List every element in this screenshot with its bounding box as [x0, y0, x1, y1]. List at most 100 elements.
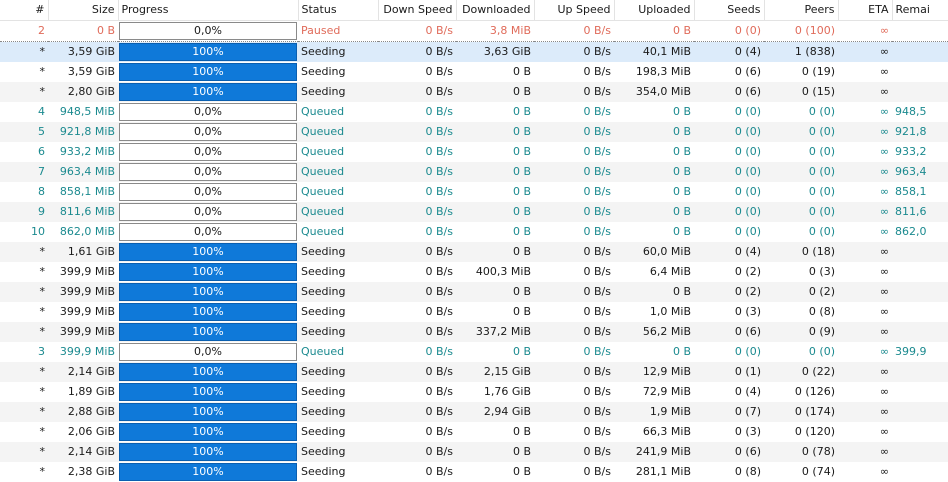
column-header-peers[interactable]: Peers [764, 0, 839, 21]
torrent-row[interactable]: 4 948,5 MiB 0,0% Queued 0 B/s 0 B 0 B/s 0 B 0 (0… [0, 102, 948, 122]
torrent-row[interactable]: * 1,61 GiB 100% Seeding 0 B/s 0 B0 B/s 60,0 Mi… [0, 241, 948, 262]
column-header-uploaded[interactable]: Uploaded [614, 0, 695, 21]
remaining-cell: 963,4 [892, 161, 948, 182]
peers-cell: 0 (3) [808, 265, 835, 278]
progress-cell: 0,0% [118, 161, 298, 182]
remaining-cell: 862,0 [895, 225, 927, 238]
peers-cell: 0 (0) [808, 185, 835, 198]
progress-cell: 100% [118, 361, 298, 382]
up-speed-cell: 0 B/s [534, 41, 614, 62]
peers-cell: 0 (120) [794, 425, 835, 438]
seeds-cell: 0 (6) [734, 65, 761, 78]
seeds-cell: 0 (2) [734, 265, 761, 278]
eta-cell: ∞ [838, 81, 892, 102]
queue-number-cell: * [0, 241, 48, 262]
torrent-row[interactable]: 8 858,1 MiB 0,0% Queued 0 B/s 0 B 0 B/s 0 B 0 (0… [0, 182, 948, 202]
downloaded-cell: 0 B [512, 185, 531, 198]
column-header-size[interactable]: Size [48, 0, 119, 21]
progress-bar: 100% [119, 82, 297, 101]
progress-label: 100% [192, 444, 224, 458]
torrent-row[interactable]: * 399,9 MiB 100% Seeding 0 B/s 337,2 MiB 0 B/s… [0, 321, 948, 342]
torrent-row[interactable]: 7 963,4 MiB 0,0% Queued 0 B/s 0 B0 B/s 0 B0 (0… [0, 161, 948, 182]
torrent-row[interactable]: 20 B 0,0% Paused 0 B/s 3,8 MiB 0 B/s 0 B0 (0) 0… [0, 19, 948, 42]
progress-bar: 0,0% [119, 102, 297, 121]
down-speed-cell: 0 B/s [378, 121, 456, 142]
torrent-row[interactable]: 3 399,9 MiB 0,0% Queued 0 B/s 0 B 0 B/s 0 B 0 (0… [0, 342, 948, 362]
eta-cell: ∞ [838, 201, 892, 222]
eta-cell: ∞ [879, 305, 889, 318]
queue-number-cell: 9 [0, 201, 48, 222]
torrent-row[interactable]: * 1,89 GiB 100% Seeding 0 B/s 1,76 GiB 0 B/s 72… [0, 382, 948, 402]
eta-cell: ∞ [879, 425, 889, 438]
size-cell: 858,1 MiB [59, 185, 115, 198]
torrent-row[interactable]: * 3,59 GiB 100% Seeding 0 B/s 3,63 GiB 0 B/s 40… [0, 41, 948, 62]
progress-bar: 100% [119, 302, 297, 321]
up-speed-cell: 0 B/s [534, 201, 614, 222]
column-header-num[interactable]: # [0, 0, 49, 21]
size-cell: 933,2 MiB [59, 145, 115, 158]
down-speed-cell: 0 B/s [378, 281, 456, 302]
status-cell: Queued [301, 185, 345, 198]
queue-number-cell: * [39, 425, 46, 438]
torrent-row[interactable]: * 2,80 GiB 100% Seeding 0 B/s 0 B0 B/s 354,0 M… [0, 81, 948, 102]
column-header-downloaded[interactable]: Downloaded [456, 0, 535, 21]
column-header-remaining[interactable]: Remai [892, 0, 948, 21]
torrent-row[interactable]: 5 921,8 MiB 0,0% Queued 0 B/s 0 B0 B/s 0 B0 (0… [0, 121, 948, 142]
seeds-cell: 0 (0) [734, 225, 761, 238]
downloaded-cell: 0 B [456, 161, 534, 182]
progress-label: 0,0% [194, 224, 222, 238]
queue-number-cell: * [0, 401, 48, 422]
torrent-row[interactable]: * 399,9 MiB 100% Seeding 0 B/s 400,3 MiB 0 B/s… [0, 262, 948, 282]
progress-cell: 100% [118, 81, 298, 102]
progress-label: 100% [192, 244, 224, 258]
status-cell: Queued [301, 225, 345, 238]
eta-cell: ∞ [838, 41, 892, 62]
progress-label: 0,0% [194, 23, 222, 37]
downloaded-cell: 0 B [512, 65, 531, 78]
down-speed-cell: 0 B/s [425, 345, 453, 358]
queue-number-cell: * [0, 41, 48, 62]
torrent-row[interactable]: * 2,14 GiB 100% Seeding 0 B/s 2,15 GiB 0 B/s 12… [0, 361, 948, 382]
down-speed-cell: 0 B/s [425, 305, 453, 318]
status-cell: Seeding [298, 441, 378, 462]
column-header-eta[interactable]: ETA [838, 0, 893, 21]
downloaded-cell: 0 B [512, 425, 531, 438]
column-header-seeds[interactable]: Seeds [694, 0, 765, 21]
torrent-row[interactable]: * 399,9 MiB 100% Seeding 0 B/s 0 B0 B/s 0 B0 (… [0, 281, 948, 302]
column-header-progress[interactable]: Progress [118, 0, 299, 21]
remaining-cell [892, 401, 948, 422]
column-header-up-speed[interactable]: Up Speed [534, 0, 615, 21]
progress-bar: 100% [119, 242, 297, 261]
column-header-down-speed[interactable]: Down Speed [378, 0, 457, 21]
torrent-row[interactable]: * 2,88 GiB 100% Seeding 0 B/s 2,94 GiB 0 B/s 1,… [0, 401, 948, 422]
down-speed-cell: 0 B/s [378, 361, 456, 382]
size-cell: 1,89 GiB [67, 385, 115, 398]
status-cell: Queued [298, 121, 378, 142]
progress-label: 100% [192, 324, 224, 338]
column-header-status[interactable]: Status [298, 0, 379, 21]
queue-number-cell: * [0, 361, 48, 382]
status-cell: Seeding [301, 265, 346, 278]
torrent-row[interactable]: 9 811,6 MiB 0,0% Queued 0 B/s 0 B0 B/s 0 B0 (0… [0, 201, 948, 222]
torrent-row[interactable]: * 2,06 GiB 100% Seeding 0 B/s 0 B 0 B/s 66,3 Mi… [0, 422, 948, 442]
status-cell: Queued [301, 145, 345, 158]
size-cell: 2,14 GiB [48, 441, 118, 462]
queue-number-cell: * [39, 265, 46, 278]
size-cell: 2,14 GiB [48, 361, 118, 382]
progress-bar: 100% [119, 262, 297, 281]
downloaded-cell: 0 B [456, 441, 534, 462]
torrent-row[interactable]: 10 862,0 MiB 0,0% Queued 0 B/s 0 B 0 B/s 0 B 0 (… [0, 222, 948, 242]
peers-cell: 0 (0) [808, 105, 835, 118]
size-cell: 948,5 MiB [59, 105, 115, 118]
queue-number-cell: * [0, 281, 48, 302]
uploaded-cell: 12,9 MiB [614, 361, 694, 382]
torrent-row[interactable]: * 399,9 MiB 100% Seeding 0 B/s 0 B 0 B/s 1,0 Mi… [0, 302, 948, 322]
progress-cell: 100% [118, 262, 298, 282]
remaining-cell [892, 19, 948, 42]
torrent-row[interactable]: * 3,59 GiB 100% Seeding 0 B/s 0 B 0 B/s 198,3 M… [0, 62, 948, 82]
progress-bar: 0,0% [119, 162, 297, 181]
torrent-row[interactable]: 6 933,2 MiB 0,0% Queued 0 B/s 0 B 0 B/s 0 B 0 (0… [0, 142, 948, 162]
queue-number-cell: * [0, 81, 48, 102]
torrent-row[interactable]: * 2,14 GiB 100% Seeding 0 B/s 0 B0 B/s 241,9 M… [0, 441, 948, 462]
progress-bar: 100% [119, 62, 297, 81]
